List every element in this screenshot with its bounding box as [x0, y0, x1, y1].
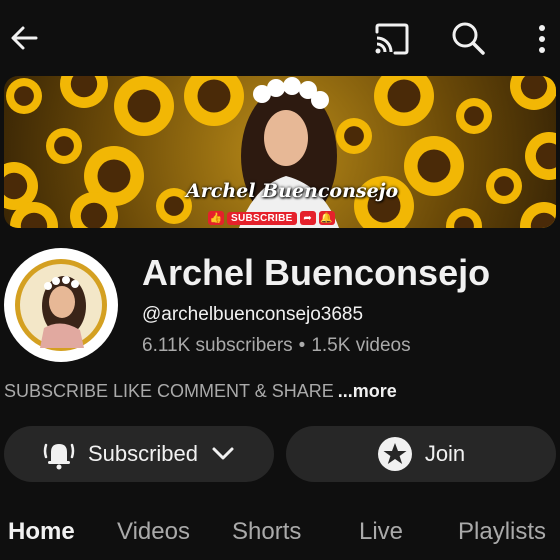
- tab-shorts[interactable]: Shorts: [232, 518, 301, 546]
- subscribed-label: Subscribed: [87, 441, 199, 466]
- like-icon: 👍: [208, 211, 224, 225]
- sunflower-field-image: [4, 76, 556, 228]
- join-button[interactable]: Join: [286, 426, 556, 482]
- more-options-button[interactable]: [526, 18, 558, 60]
- subscribed-button[interactable]: Subscribed: [4, 426, 274, 482]
- banner-subscribe-label: SUBSCRIBE: [227, 211, 297, 225]
- back-button[interactable]: [4, 16, 44, 60]
- chevron-down-icon: [212, 447, 234, 460]
- cast-button[interactable]: [370, 18, 414, 60]
- avatar-image: [15, 259, 107, 351]
- bell-icon: [43, 443, 75, 470]
- tab-home[interactable]: Home: [8, 518, 75, 546]
- tab-videos[interactable]: Videos: [117, 518, 190, 546]
- tab-playlists[interactable]: Playlists: [458, 518, 546, 546]
- video-count: 1.5K videos: [311, 335, 411, 356]
- tab-live[interactable]: Live: [359, 518, 403, 546]
- arrow-left-icon: [11, 26, 38, 50]
- search-button[interactable]: [446, 16, 490, 60]
- join-label: Join: [424, 441, 466, 466]
- channel-description[interactable]: SUBSCRIBE LIKE COMMENT & SHARE ...more: [4, 381, 397, 402]
- banner-subscribe-strip: 👍 SUBSCRIBE ➦ 🔔: [208, 210, 335, 226]
- bell-icon: 🔔: [318, 211, 335, 225]
- search-icon: [452, 22, 485, 55]
- subscriber-count: 6.11K subscribers: [142, 335, 293, 356]
- channel-tabs: Home Videos Shorts Live Playlists: [0, 508, 560, 560]
- channel-handle: @archelbuenconsejo3685: [142, 304, 364, 325]
- stats-separator: •: [298, 335, 306, 356]
- cast-icon: [375, 23, 409, 55]
- channel-stats: 6.11K subscribers • 1.5K videos: [142, 335, 411, 357]
- top-app-bar: [0, 0, 560, 76]
- channel-banner: [4, 76, 556, 228]
- more-link[interactable]: ...more: [338, 381, 397, 401]
- banner-channel-name: Archel Buenconsejo: [186, 180, 399, 202]
- star-badge-icon: [377, 437, 412, 471]
- description-text: SUBSCRIBE LIKE COMMENT & SHARE: [4, 381, 334, 401]
- more-vertical-icon: [539, 25, 545, 53]
- channel-title: Archel Buenconsejo: [142, 252, 491, 293]
- channel-avatar[interactable]: [4, 248, 118, 362]
- share-icon: ➦: [299, 211, 316, 225]
